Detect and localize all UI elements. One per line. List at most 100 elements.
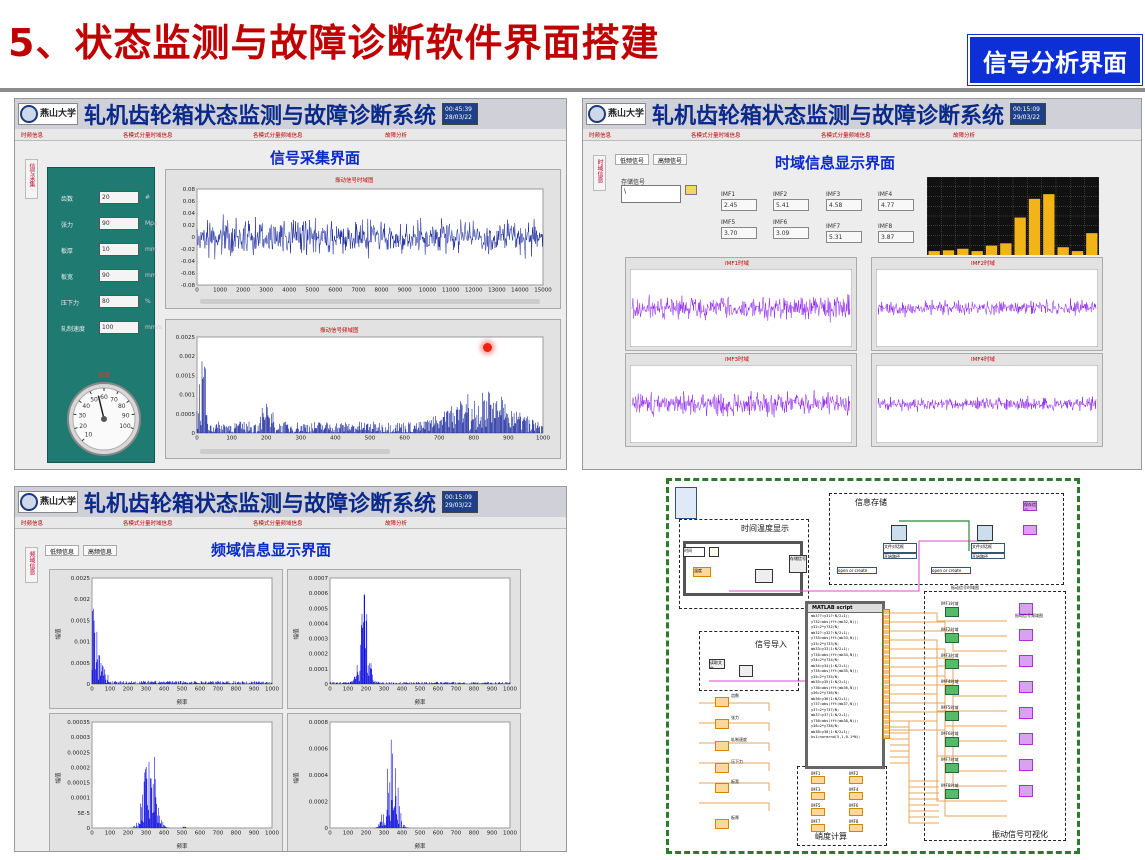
menu-item-fault[interactable]: 故障分析: [953, 131, 975, 139]
y-axis-label: 幅值: [292, 628, 300, 640]
menu-item-time-freq[interactable]: 时频信息: [21, 519, 43, 527]
imf-freq-terminal-5[interactable]: [1019, 733, 1033, 745]
imf-freq-terminal-3[interactable]: [1019, 681, 1033, 693]
param-terminal-press[interactable]: [715, 763, 729, 773]
clock-node[interactable]: 时间: [683, 547, 705, 557]
temp-gauge-icon[interactable]: [755, 569, 773, 583]
imf-chart-terminal-1[interactable]: [945, 633, 959, 643]
tab-low-freq[interactable]: 低频信号: [615, 154, 650, 165]
imf-chart-terminal-4[interactable]: [945, 711, 959, 721]
menu-item-mode-freq[interactable]: 各模式分量频域信息: [821, 131, 871, 139]
x-tick-label: 13000: [488, 288, 506, 294]
imf-chart-terminal-0[interactable]: [945, 607, 959, 617]
x-tick-label: 5000: [305, 288, 319, 294]
signal-read-icon[interactable]: [739, 665, 753, 677]
param-input[interactable]: 20: [99, 191, 139, 204]
save-indicator-2[interactable]: [1023, 525, 1037, 535]
menu-item-mode-freq[interactable]: 各模式分量频域信息: [253, 519, 303, 527]
open-mode-constant[interactable]: open or create: [837, 567, 877, 574]
save-signal-indicator[interactable]: 保存信号: [1023, 501, 1037, 511]
menu-item-mode-freq[interactable]: 各模式分量频域信息: [253, 131, 303, 139]
imf-chart-terminal-3[interactable]: [945, 685, 959, 695]
param-control: 压下力 80%: [61, 295, 156, 309]
calc-terminal-6[interactable]: [811, 824, 825, 832]
temp-indicator[interactable]: 温度: [693, 567, 711, 577]
menu-item-time-freq[interactable]: 时频信息: [589, 131, 611, 139]
calc-terminal-5[interactable]: [849, 808, 863, 816]
calc-terminal-4[interactable]: [811, 808, 825, 816]
menu-item-fault[interactable]: 故障分析: [385, 131, 407, 139]
x-tick-label: 4000: [282, 288, 296, 294]
param-terminal-speed[interactable]: [715, 741, 729, 751]
read-file-node[interactable]: 读取文件: [709, 659, 725, 669]
tab-high-freq[interactable]: 高频信号: [653, 154, 688, 165]
side-tab-freq[interactable]: 频域信息: [25, 547, 38, 583]
imf-bar: [985, 245, 998, 255]
calc-terminal-3[interactable]: [849, 792, 863, 800]
file-dialog-icon[interactable]: [891, 525, 907, 541]
param-terminal-tension[interactable]: [715, 719, 729, 729]
imf-freq-terminal-6[interactable]: [1019, 759, 1033, 771]
imf-freq-terminal-7[interactable]: [1019, 785, 1033, 797]
param-terminal-gear[interactable]: [715, 697, 729, 707]
param-input[interactable]: 80: [99, 295, 139, 308]
x-tick-label: 800: [469, 436, 480, 442]
open-mode-constant-2[interactable]: open or create: [931, 567, 971, 574]
freq-scrollbar[interactable]: [200, 449, 390, 454]
imf-bar: [957, 248, 969, 255]
imf-freq-terminal-4[interactable]: [1019, 707, 1033, 719]
folder-icon[interactable]: [685, 185, 697, 195]
param-input[interactable]: 90: [99, 217, 139, 230]
y-tick-label: -0.04: [181, 259, 196, 265]
imf-chart-terminal-7[interactable]: [945, 789, 959, 799]
imf-freq-terminal-1[interactable]: [1019, 629, 1033, 641]
param-input[interactable]: 100: [99, 321, 139, 334]
side-tab-time[interactable]: 时域信息: [593, 155, 606, 191]
store-signal-node[interactable]: 存储信号: [789, 555, 807, 573]
calc-terminal-7[interactable]: [849, 824, 863, 832]
x-tick-label: 15000: [534, 288, 552, 294]
y-tick-label: 0.0005: [71, 661, 91, 667]
file-dialog-start[interactable]: 开始路径: [883, 553, 917, 559]
x-tick-label: 400: [159, 831, 170, 837]
imf-chart-terminal-5[interactable]: [945, 737, 959, 747]
store-path-input[interactable]: \: [621, 185, 681, 203]
timer-icon[interactable]: [709, 547, 719, 557]
imf-value: 4.77: [878, 199, 914, 211]
menu-item-fault[interactable]: 故障分析: [385, 519, 407, 527]
param-terminal-width[interactable]: [715, 783, 729, 793]
calc-terminal-0[interactable]: [811, 776, 825, 784]
file-dialog-icon[interactable]: [977, 525, 993, 541]
time-scrollbar[interactable]: [200, 299, 540, 304]
param-input[interactable]: 10: [99, 243, 139, 256]
y-axis-label: 幅值: [54, 628, 62, 640]
file-dialog-node[interactable]: 文件对话框: [883, 543, 917, 553]
menu-item-mode-time[interactable]: 各模式分量时域信息: [123, 519, 173, 527]
x-tick-label: 14000: [511, 288, 529, 294]
menu-item-mode-time[interactable]: 各模式分量时域信息: [691, 131, 741, 139]
x-tick-label: 9000: [398, 288, 412, 294]
calc-terminal-1[interactable]: [849, 776, 863, 784]
calc-terminal-2[interactable]: [811, 792, 825, 800]
x-tick-label: 10000: [419, 288, 437, 294]
palette-node[interactable]: [675, 487, 697, 519]
university-logo: 燕山大学: [586, 103, 646, 125]
param-input[interactable]: 90: [99, 269, 139, 282]
imf-bar: [1057, 247, 1069, 255]
imf-chart-terminal-2[interactable]: [945, 659, 959, 669]
y-tick-label: 0.0015: [176, 373, 196, 379]
menu-item-mode-time[interactable]: 各模式分量时域信息: [123, 131, 173, 139]
imf-chart-terminal-6[interactable]: [945, 763, 959, 773]
signal-acquisition-window: 燕山大学 轧机齿轮箱状态监测与故障诊断系统 00:45:39 28/03/22 时…: [14, 98, 567, 470]
param-terminal-thick[interactable]: [715, 819, 729, 829]
file-dialog-start-2[interactable]: 开始路径: [971, 553, 1005, 559]
side-tab-signal[interactable]: 信号采集: [25, 159, 38, 199]
clock-date: 29/03/22: [1013, 114, 1040, 121]
tab-low-freq[interactable]: 低频信息: [45, 545, 80, 556]
imf-value: 3.87: [878, 231, 914, 243]
tab-high-freq[interactable]: 高频信息: [83, 545, 118, 556]
imf-freq-terminal-2[interactable]: [1019, 655, 1033, 667]
y-tick-label: 0.0015: [71, 618, 91, 624]
file-dialog-node-2[interactable]: 文件对话框: [971, 543, 1005, 553]
menu-item-time-freq[interactable]: 时频信息: [21, 131, 43, 139]
